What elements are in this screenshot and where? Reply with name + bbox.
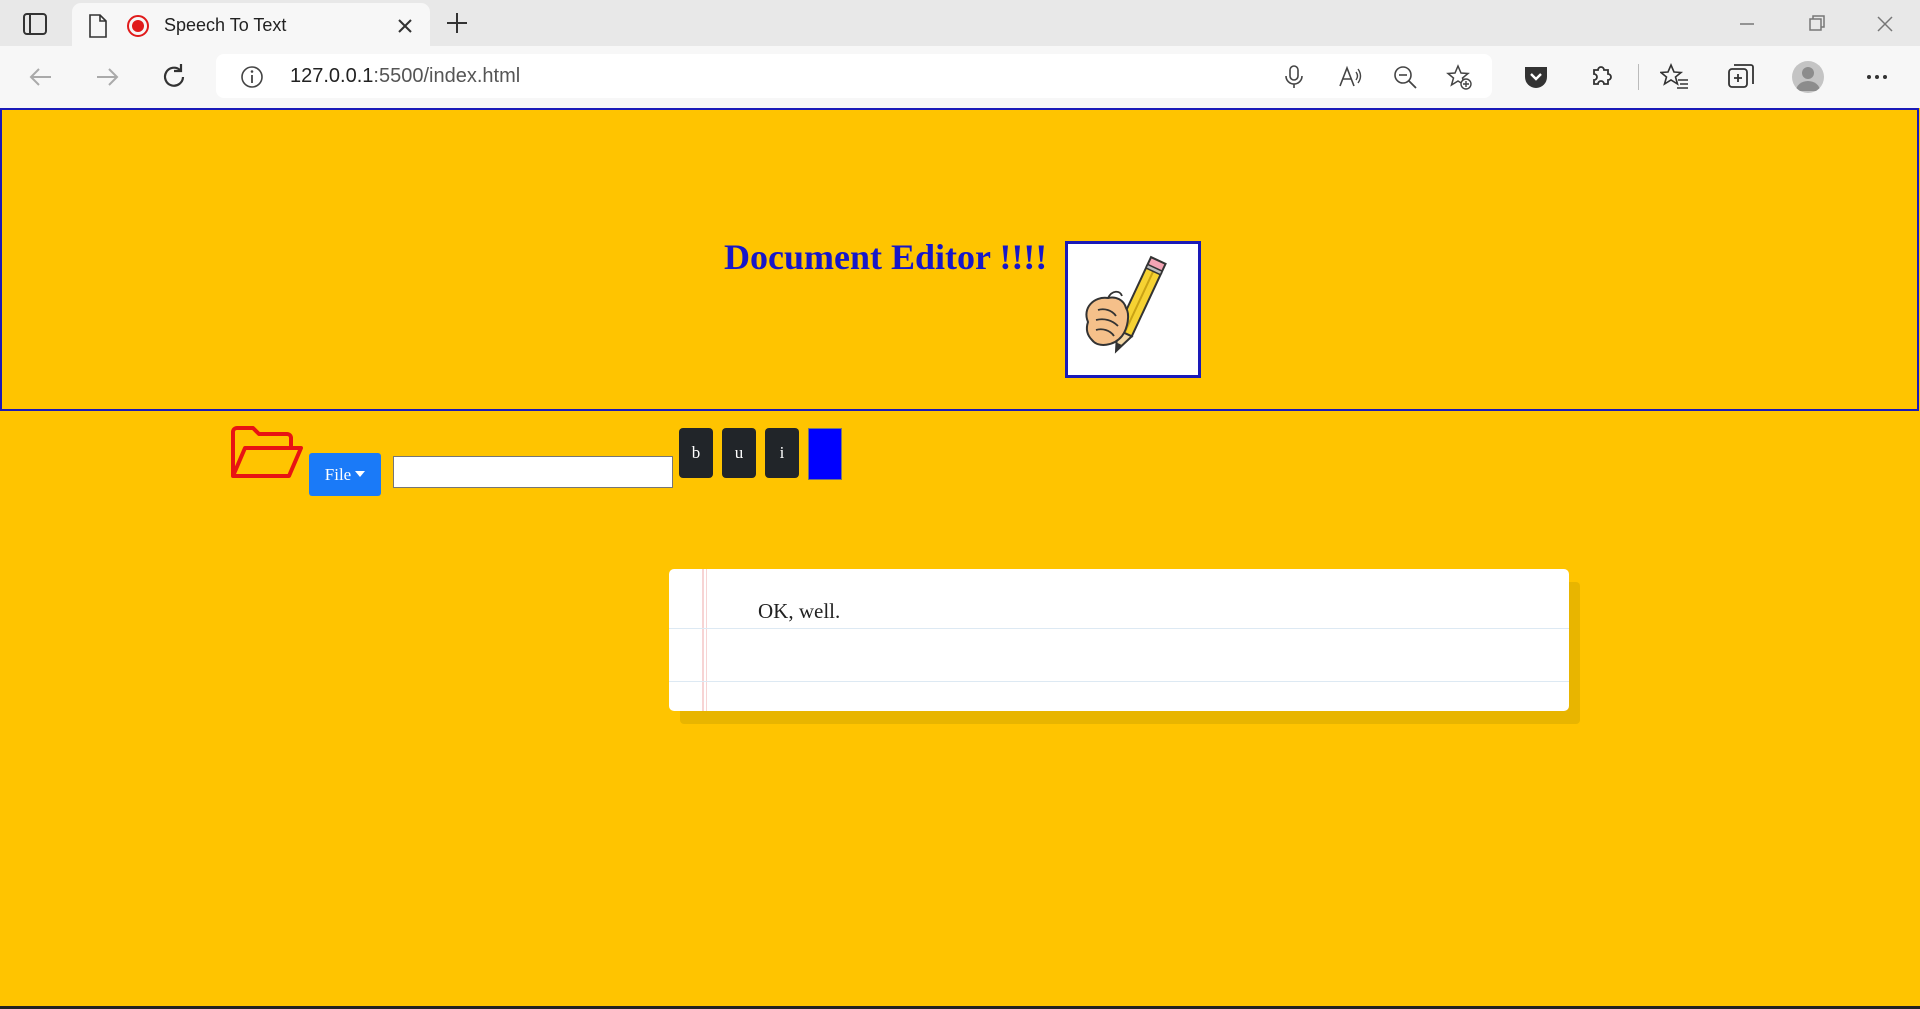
file-menu-label: File (324, 464, 352, 484)
paper-margin-line-2 (706, 569, 707, 711)
close-window-icon[interactable] (1873, 12, 1897, 36)
tab-actions-icon[interactable] (20, 11, 50, 37)
minimize-icon[interactable] (1735, 12, 1759, 36)
extensions-icon[interactable] (1586, 62, 1616, 92)
italic-button[interactable]: i (765, 428, 799, 478)
paper-margin-line (702, 569, 704, 711)
zoom-out-icon[interactable] (1392, 64, 1418, 90)
underline-button[interactable]: u (722, 428, 756, 478)
collections-icon[interactable] (1726, 62, 1756, 92)
pencil-logo (1065, 241, 1201, 378)
browser-toolbar: 127.0.0.1:5500/index.html (0, 46, 1920, 109)
profile-avatar[interactable] (1792, 61, 1824, 93)
recording-icon (127, 15, 149, 37)
address-bar[interactable]: 127.0.0.1:5500/index.html (216, 54, 1492, 98)
close-tab-icon[interactable] (394, 15, 416, 37)
profile-icon (1796, 67, 1820, 91)
pocket-extension-icon[interactable] (1521, 62, 1551, 92)
more-menu-icon[interactable] (1862, 62, 1892, 92)
page-icon (89, 14, 107, 38)
open-folder-icon[interactable] (229, 424, 305, 482)
filename-input[interactable] (393, 456, 673, 488)
hand-pencil-icon (1085, 255, 1167, 354)
editor-textarea[interactable]: OK, well. (669, 569, 1569, 711)
new-tab-icon[interactable] (444, 10, 470, 36)
url-text: 127.0.0.1:5500/index.html (290, 65, 520, 88)
read-aloud-icon[interactable] (1337, 64, 1363, 90)
editor-header: Document Editor !!!! (0, 108, 1919, 411)
browser-tab[interactable]: Speech To Text (72, 3, 430, 48)
paper-rule (669, 681, 1569, 682)
editor-text: OK, well. (758, 599, 841, 623)
text-color-picker[interactable] (808, 428, 842, 480)
site-info-icon[interactable] (240, 65, 264, 89)
toolbar-separator (1638, 64, 1639, 90)
refresh-icon[interactable] (159, 62, 189, 92)
caret-down-icon (355, 470, 366, 477)
page-title: Document Editor !!!! (724, 237, 1048, 277)
add-favorite-icon[interactable] (1446, 64, 1472, 90)
page-content: Document Editor !!!! File b u i OK, well… (0, 108, 1920, 1009)
url-host: 127.0.0.1 (290, 65, 374, 87)
favorites-icon[interactable] (1660, 62, 1690, 92)
browser-tab-bar: Speech To Text (0, 0, 1920, 48)
tab-title: Speech To Text (164, 15, 287, 35)
paper-rule (669, 628, 1569, 629)
file-menu-button[interactable]: File (309, 453, 381, 496)
url-path: :5500/index.html (373, 65, 521, 87)
back-icon[interactable] (26, 62, 56, 92)
restore-icon[interactable] (1805, 12, 1829, 36)
microphone-icon[interactable] (1281, 64, 1307, 90)
forward-icon[interactable] (92, 62, 122, 92)
bold-button[interactable]: b (679, 428, 713, 478)
